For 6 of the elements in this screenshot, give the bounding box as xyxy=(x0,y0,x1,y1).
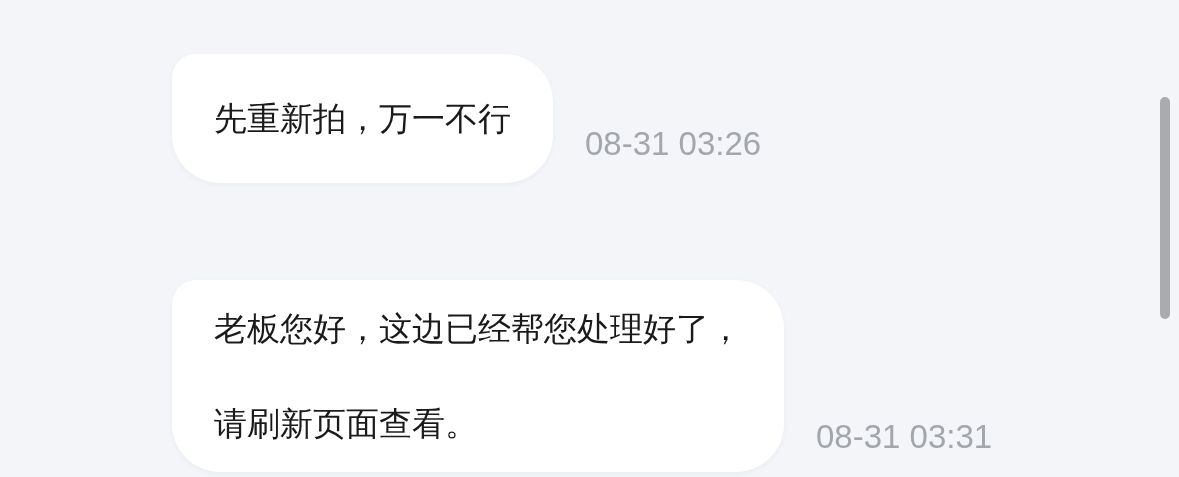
scrollbar[interactable] xyxy=(1160,97,1170,319)
message-text: 老板您好，这边已经帮您处理好了， xyxy=(214,308,742,350)
message-text: 请刷新页面查看。 xyxy=(214,403,479,445)
timestamp: 08-31 03:31 xyxy=(816,418,993,456)
timestamp: 08-31 03:26 xyxy=(585,125,762,163)
message-text: 先重新拍，万一不行 xyxy=(214,98,511,140)
